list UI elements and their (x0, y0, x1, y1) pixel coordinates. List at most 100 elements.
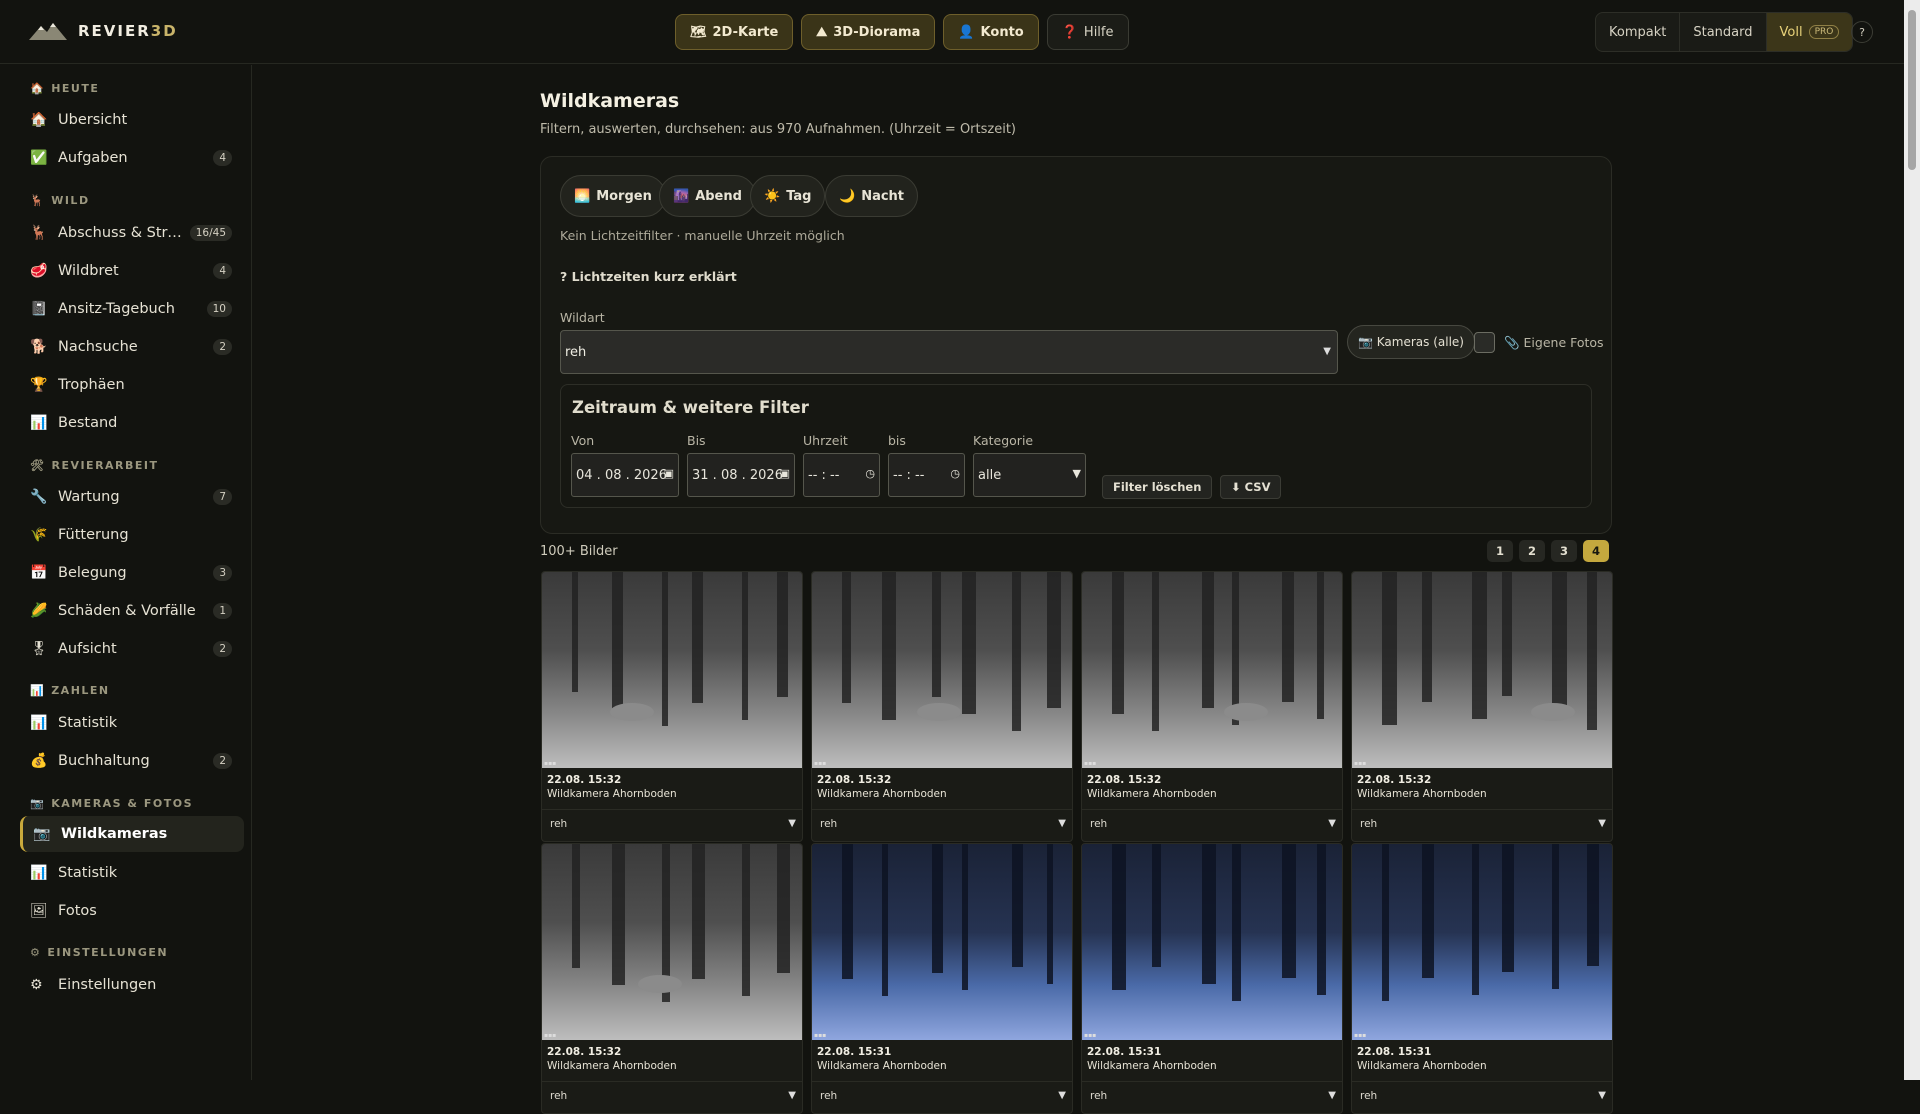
sidebar-item-einstellungen[interactable]: ⚙ Einstellungen (20, 967, 244, 1003)
camera-photo[interactable]: ▪▪▪ (812, 572, 1072, 768)
time-to-input[interactable]: -- : -- ◷ (888, 453, 965, 497)
own-photos-label[interactable]: 📎 Eigene Fotos (1504, 335, 1604, 351)
photo-species-select[interactable]: reh ▼ (812, 809, 1072, 837)
view-full-button[interactable]: Voll PRO (1766, 13, 1853, 51)
chart-icon: 📊 (30, 684, 46, 697)
photo-species-select[interactable]: reh ▼ (1082, 809, 1342, 837)
gear-icon: ⚙ (30, 946, 42, 959)
photo-card[interactable]: ▪▪▪ 22.08. 15:31 Wildkamera Ahornboden r… (811, 843, 1073, 1114)
sidebar-item-nachsuche[interactable]: 🐕 Nachsuche 2 (20, 329, 244, 365)
photo-card[interactable]: ▪▪▪ 22.08. 15:32 Wildkamera Ahornboden r… (1351, 571, 1613, 842)
csv-export-button[interactable]: ⬇ CSV (1220, 475, 1282, 499)
sidebar-item-kamera-statistik[interactable]: 📊 Statistik (20, 855, 244, 891)
sidebar-item-aufgaben[interactable]: ✅ Aufgaben 4 (20, 140, 244, 176)
sidebar-item-uebersicht[interactable]: 🏠 Übersicht (20, 102, 244, 138)
photo-card[interactable]: ▪▪▪ 22.08. 15:31 Wildkamera Ahornboden r… (1351, 843, 1613, 1114)
sidebar-item-bestand[interactable]: 📊 Bestand (20, 405, 244, 441)
camera-photo[interactable]: ▪▪▪ (542, 844, 802, 1040)
photo-date: 22.08. 15:32 (817, 774, 892, 786)
photo-card[interactable]: ▪▪▪ 22.08. 15:32 Wildkamera Ahornboden r… (541, 843, 803, 1114)
section-label: KAMERAS & FOTOS (51, 797, 194, 810)
photo-scene (1382, 572, 1597, 730)
photo-species-select[interactable]: reh ▼ (1352, 809, 1612, 837)
sidebar-item-wildkameras[interactable]: 📷 Wildkameras (20, 816, 244, 852)
camera-photo[interactable]: ▪▪▪ (1352, 844, 1612, 1040)
photo-card[interactable]: ▪▪▪ 22.08. 15:32 Wildkamera Ahornboden r… (811, 571, 1073, 842)
photo-card[interactable]: ▪▪▪ 22.08. 15:32 Wildkamera Ahornboden r… (1081, 571, 1343, 842)
photo-species-select[interactable]: reh ▼ (1352, 1081, 1612, 1109)
photo-species-select[interactable]: reh ▼ (542, 1081, 802, 1109)
photo-species-select[interactable]: reh ▼ (812, 1081, 1072, 1109)
view-compact-button[interactable]: Kompakt (1596, 13, 1681, 51)
sidebar-item-label: Abschuss & Strecke (58, 225, 190, 241)
page-button-1[interactable]: 1 (1487, 540, 1513, 562)
help-button[interactable]: ❓ Hilfe (1046, 14, 1129, 50)
help-label: Hilfe (1083, 24, 1114, 40)
light-chip-abend[interactable]: 🌆 Abend (659, 175, 756, 217)
category-select[interactable]: alle ▼ (973, 453, 1086, 497)
wildart-select[interactable]: reh ▼ (560, 330, 1338, 374)
species-value: reh (1360, 818, 1378, 830)
light-chip-tag[interactable]: ☀️ Tag (750, 175, 826, 217)
photo-species-select[interactable]: reh ▼ (1082, 1081, 1342, 1109)
page-button-4[interactable]: 4 (1583, 540, 1609, 562)
sidebar-item-wildbret[interactable]: 🥩 Wildbret 4 (20, 253, 244, 289)
vertical-scrollbar[interactable] (1904, 0, 1920, 1080)
page-button-2[interactable]: 2 (1519, 540, 1545, 562)
photo-species-select[interactable]: reh ▼ (542, 809, 802, 837)
cameras-filter-button[interactable]: 📷 Kameras (alle) (1347, 325, 1475, 359)
view-standard-button[interactable]: Standard (1680, 13, 1767, 51)
sidebar-item-wartung[interactable]: 🔧 Wartung 7 (20, 479, 244, 515)
logo[interactable]: REVIER3D (28, 20, 178, 42)
camera-photo[interactable]: ▪▪▪ (542, 572, 802, 768)
wildart-value: reh (565, 345, 587, 360)
sidebar-item-aufsicht[interactable]: 🎖 Aufsicht 2 (20, 631, 244, 667)
light-times-explain-toggle[interactable]: ? Lichtzeiten kurz erklärt (560, 269, 737, 284)
chevron-down-icon: ▼ (1072, 467, 1081, 480)
help-circle-button[interactable]: ? (1851, 21, 1873, 43)
scrollbar-thumb[interactable] (1908, 10, 1916, 170)
sidebar-item-label: Buchhaltung (58, 753, 150, 769)
sidebar-item-ansitz-tagebuch[interactable]: 📓 Ansitz-Tagebuch 10 (20, 291, 244, 327)
sidebar-item-trophaeen[interactable]: 🏆 Trophäen (20, 367, 244, 403)
camera-photo[interactable]: ▪▪▪ (812, 844, 1072, 1040)
camera-photo[interactable]: ▪▪▪ (1082, 844, 1342, 1040)
light-chip-morgen[interactable]: 🌅 Morgen (560, 175, 666, 217)
own-photos-checkbox[interactable] (1474, 332, 1495, 353)
home-icon: 🏠 (30, 112, 48, 128)
photo-camera-stamp: ▪▪▪ (814, 1032, 827, 1039)
sidebar-item-fuetterung[interactable]: 🌾 Fütterung (20, 517, 244, 553)
sidebar-item-label: Schäden & Vorfälle (58, 603, 196, 619)
time-from-input[interactable]: -- : -- ◷ (803, 453, 880, 497)
sidebar-item-label: Aufgaben (58, 150, 128, 166)
page-button-3[interactable]: 3 (1551, 540, 1577, 562)
species-value: reh (1360, 1090, 1378, 1102)
sidebar-item-abschuss[interactable]: 🦌 Abschuss & Strecke 16/45 (20, 215, 244, 251)
sidebar-item-label: Übersicht (58, 112, 128, 128)
map-2d-button[interactable]: 🗺 2D-Karte (675, 14, 794, 50)
photo-card[interactable]: ▪▪▪ 22.08. 15:31 Wildkamera Ahornboden r… (1081, 843, 1343, 1114)
time-from-value: -- : -- (808, 468, 840, 483)
sidebar-item-belegung[interactable]: 📅 Belegung 3 (20, 555, 244, 591)
count-badge: 2 (213, 339, 232, 355)
sidebar-item-statistik[interactable]: 📊 Statistik (20, 705, 244, 741)
home-icon: 🏠 (30, 82, 46, 95)
sidebar-item-buchhaltung[interactable]: 💰 Buchhaltung 2 (20, 743, 244, 779)
photo-card[interactable]: ▪▪▪ 22.08. 15:32 Wildkamera Ahornboden r… (541, 571, 803, 842)
from-date-input[interactable]: 04 . 08 . 2026 ▣ (571, 453, 679, 497)
view-mode-switch: Kompakt Standard Voll PRO (1595, 12, 1854, 52)
account-button[interactable]: 👤 Konto (943, 14, 1039, 50)
wrench-icon: 🔧 (30, 489, 48, 505)
camera-photo[interactable]: ▪▪▪ (1352, 572, 1612, 768)
sidebar-item-schaeden[interactable]: 🌽 Schäden & Vorfälle 1 (20, 593, 244, 629)
sidebar-item-fotos[interactable]: 🖼 Fotos (20, 893, 244, 929)
to-date-input[interactable]: 31 . 08 . 2026 ▣ (687, 453, 795, 497)
count-badge: 1 (213, 603, 232, 619)
photo-camera-name: Wildkamera Ahornboden (547, 788, 677, 800)
clear-filter-button[interactable]: Filter löschen (1102, 475, 1213, 499)
light-chip-nacht[interactable]: 🌙 Nacht (825, 175, 919, 217)
logo-text-accent: 3D (150, 22, 178, 40)
chevron-down-icon: ▼ (1328, 818, 1336, 829)
camera-photo[interactable]: ▪▪▪ (1082, 572, 1342, 768)
diorama-3d-button[interactable]: ⛰ 3D-Diorama (801, 14, 936, 50)
